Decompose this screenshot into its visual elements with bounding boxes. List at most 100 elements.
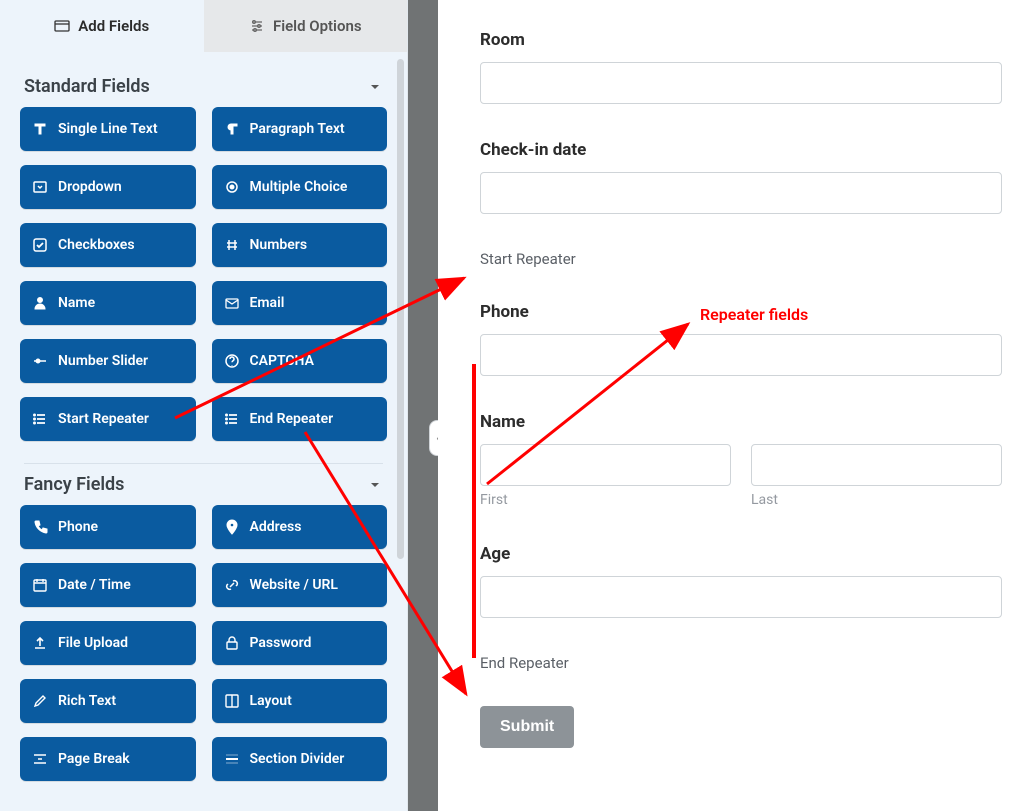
fancy-fields-header[interactable]: Fancy Fields — [20, 468, 387, 505]
field-btn-password[interactable]: Password — [212, 621, 388, 665]
field-btn-label: CAPTCHA — [250, 353, 314, 369]
field-btn-label: Multiple Choice — [250, 179, 348, 195]
field-btn-label: Dropdown — [58, 179, 122, 195]
section-title: Fancy Fields — [24, 474, 124, 495]
field-room[interactable]: Room — [480, 30, 1002, 104]
field-label: Age — [480, 544, 1002, 564]
field-btn-label: Website / URL — [250, 577, 339, 593]
list-icon — [32, 411, 48, 427]
field-label: Check-in date — [480, 140, 1002, 160]
dropdown-icon — [32, 179, 48, 195]
field-btn-website-url[interactable]: Website / URL — [212, 563, 388, 607]
field-btn-label: Layout — [250, 693, 292, 709]
start-repeater-marker[interactable]: Start Repeater — [480, 250, 1002, 268]
split-divider[interactable]: ‹ — [408, 0, 438, 811]
section-divider — [24, 463, 383, 464]
submit-button[interactable]: Submit — [480, 706, 574, 748]
field-btn-paragraph-text[interactable]: Paragraph Text — [212, 107, 388, 151]
sidebar: Add Fields Field Options Standard Fields… — [0, 0, 408, 811]
field-btn-name[interactable]: Name — [20, 281, 196, 325]
field-btn-phone[interactable]: Phone — [20, 505, 196, 549]
last-name-input[interactable] — [751, 444, 1002, 486]
standard-fields-grid: Single Line Text Paragraph Text Dropdown Mu… — [20, 107, 387, 463]
field-btn-date-time[interactable]: Date / Time — [20, 563, 196, 607]
edit-icon — [32, 693, 48, 709]
tab-label: Field Options — [273, 17, 362, 35]
field-btn-label: Password — [250, 635, 312, 651]
field-btn-label: Start Repeater — [58, 411, 149, 427]
room-input[interactable] — [480, 62, 1002, 104]
field-btn-dropdown[interactable]: Dropdown — [20, 165, 196, 209]
field-btn-layout[interactable]: Layout — [212, 679, 388, 723]
first-name-input[interactable] — [480, 444, 731, 486]
first-sublabel: First — [480, 492, 731, 508]
field-btn-page-break[interactable]: Page Break — [20, 737, 196, 781]
layout-icon — [224, 693, 240, 709]
tab-label: Add Fields — [78, 17, 149, 35]
field-btn-label: End Repeater — [250, 411, 334, 427]
field-btn-start-repeater[interactable]: Start Repeater — [20, 397, 196, 441]
field-btn-section-divider[interactable]: Section Divider — [212, 737, 388, 781]
link-icon — [224, 577, 240, 593]
phone-input[interactable] — [480, 334, 1002, 376]
annotation-label: Repeater fields — [700, 305, 808, 324]
field-btn-label: Section Divider — [250, 751, 345, 767]
paragraph-icon — [224, 121, 240, 137]
field-btn-address[interactable]: Address — [212, 505, 388, 549]
field-btn-label: Single Line Text — [58, 121, 158, 137]
field-btn-file-upload[interactable]: File Upload — [20, 621, 196, 665]
field-label: Room — [480, 30, 1002, 50]
checkin-input[interactable] — [480, 172, 1002, 214]
field-name[interactable]: Name First Last — [480, 412, 1002, 508]
field-btn-multiple-choice[interactable]: Multiple Choice — [212, 165, 388, 209]
phone-icon — [32, 519, 48, 535]
question-icon — [224, 353, 240, 369]
tab-add-fields[interactable]: Add Fields — [0, 0, 204, 52]
scrollbar[interactable] — [397, 59, 404, 559]
field-btn-label: Phone — [58, 519, 98, 535]
field-btn-label: Checkboxes — [58, 237, 135, 253]
sidebar-tabs: Add Fields Field Options — [0, 0, 407, 52]
user-icon — [32, 295, 48, 311]
divider-icon — [224, 751, 240, 767]
fancy-fields-grid: Phone Address Date / Time Website / URL File… — [20, 505, 387, 803]
hash-icon — [224, 237, 240, 253]
lock-icon — [224, 635, 240, 651]
field-btn-label: File Upload — [58, 635, 128, 651]
chevron-down-icon — [367, 79, 383, 95]
field-btn-rich-text[interactable]: Rich Text — [20, 679, 196, 723]
field-btn-single-line-text[interactable]: Single Line Text — [20, 107, 196, 151]
field-btn-end-repeater[interactable]: End Repeater — [212, 397, 388, 441]
options-icon — [249, 18, 265, 34]
slider-icon — [32, 353, 48, 369]
field-btn-label: Page Break — [58, 751, 130, 767]
field-btn-numbers[interactable]: Numbers — [212, 223, 388, 267]
field-btn-label: Paragraph Text — [250, 121, 345, 137]
check-icon — [32, 237, 48, 253]
field-btn-number-slider[interactable]: Number Slider — [20, 339, 196, 383]
chevron-down-icon — [367, 477, 383, 493]
field-age[interactable]: Age — [480, 544, 1002, 618]
field-checkin[interactable]: Check-in date — [480, 140, 1002, 214]
field-btn-label: Email — [250, 295, 285, 311]
section-title: Standard Fields — [24, 76, 150, 97]
age-input[interactable] — [480, 576, 1002, 618]
list-icon — [224, 411, 240, 427]
field-btn-label: Date / Time — [58, 577, 131, 593]
field-btn-email[interactable]: Email — [212, 281, 388, 325]
field-btn-label: Numbers — [250, 237, 308, 253]
field-btn-label: Rich Text — [58, 693, 116, 709]
end-repeater-marker[interactable]: End Repeater — [480, 654, 1002, 672]
add-fields-icon — [54, 18, 70, 34]
tab-field-options[interactable]: Field Options — [204, 0, 408, 52]
field-btn-label: Address — [250, 519, 302, 535]
calendar-icon — [32, 577, 48, 593]
field-btn-label: Name — [58, 295, 95, 311]
field-label: Name — [480, 412, 1002, 432]
upload-icon — [32, 635, 48, 651]
pagebreak-icon — [32, 751, 48, 767]
text-icon — [32, 121, 48, 137]
standard-fields-header[interactable]: Standard Fields — [20, 70, 387, 107]
field-btn-captcha[interactable]: CAPTCHA — [212, 339, 388, 383]
field-btn-checkboxes[interactable]: Checkboxes — [20, 223, 196, 267]
